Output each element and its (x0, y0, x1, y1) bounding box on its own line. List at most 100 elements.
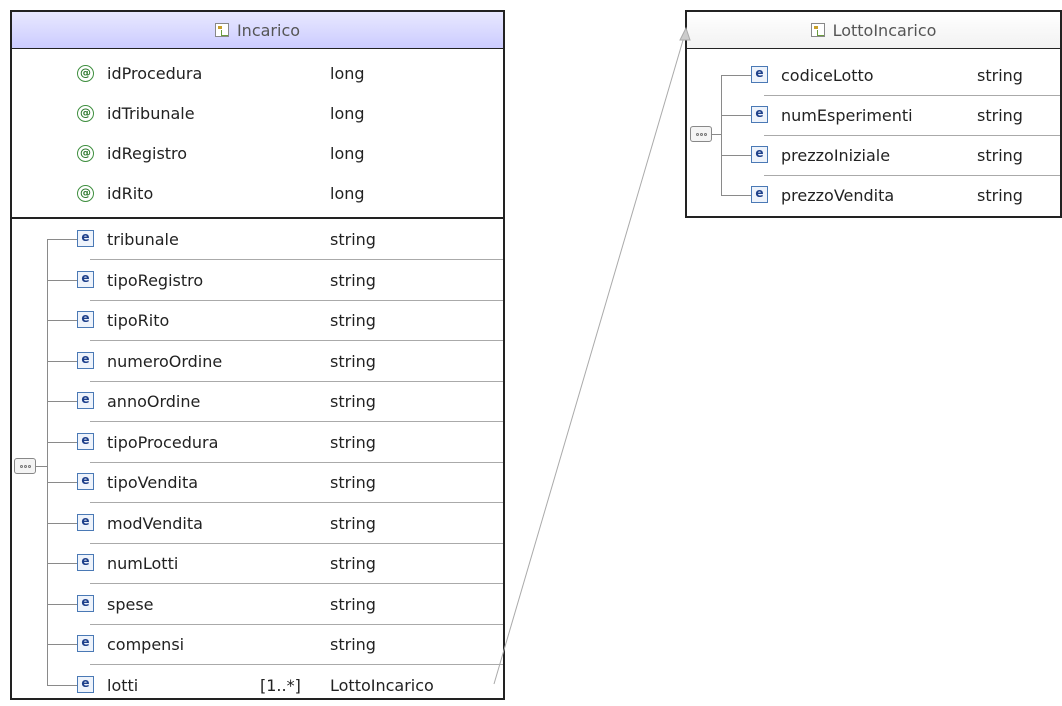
element-name: codiceLotto (781, 66, 874, 85)
element-row[interactable]: e numeroOrdine string (12, 342, 503, 382)
lotto-incarico-type-box[interactable]: LottoIncarico e codiceLotto string e numEspe… (685, 10, 1062, 218)
element-type: LottoIncarico (330, 675, 434, 695)
element-name: tribunale (107, 230, 179, 249)
element-row[interactable]: e tipoRito string (12, 301, 503, 341)
element-row[interactable]: e prezzoVendita string (687, 176, 1060, 216)
tree-branch (721, 195, 751, 196)
element-row[interactable]: e numEsperimenti string (687, 96, 1060, 136)
element-type: string (977, 146, 1023, 165)
attribute-type: long (330, 184, 365, 203)
tree-branch (47, 482, 77, 483)
attribute-row[interactable]: @ idProcedura long (12, 54, 503, 94)
attribute-type: long (330, 104, 365, 123)
attribute-row[interactable]: @ idRito long (12, 174, 503, 214)
element-row[interactable]: e compensi string (12, 625, 503, 665)
attribute-name: idTribunale (107, 104, 195, 123)
element-icon: e (751, 66, 768, 83)
tree-branch (47, 644, 77, 645)
attribute-name: idProcedura (107, 64, 203, 83)
tree-branch (47, 684, 77, 686)
tree-branch (721, 115, 751, 116)
attribute-type: long (330, 64, 365, 83)
element-name: tipoVendita (107, 473, 199, 492)
element-type: string (977, 186, 1023, 205)
element-icon: e (77, 594, 94, 612)
element-name: spese (107, 594, 154, 614)
tree-branch (47, 441, 77, 443)
complex-type-icon (810, 23, 825, 37)
element-icon: e (751, 146, 768, 163)
incarico-type-box[interactable]: Incarico @ idProcedura long @ idTribunale lon… (10, 10, 505, 700)
element-row[interactable]: e codiceLotto string (687, 56, 1060, 96)
tree-branch (36, 466, 47, 467)
attribute-icon: @ (77, 105, 94, 122)
element-type: string (977, 66, 1023, 85)
element-type: string (977, 106, 1023, 125)
element-name: lotti (107, 675, 139, 695)
sequence-icon[interactable] (14, 458, 36, 474)
element-type: string (330, 311, 376, 330)
attribute-icon: @ (77, 65, 94, 82)
element-icon: e (77, 432, 94, 450)
element-name: numLotti (107, 554, 179, 573)
tree-branch (47, 320, 77, 321)
element-name: numeroOrdine (107, 351, 223, 371)
tree-branch (721, 155, 751, 156)
element-icon: e (77, 230, 94, 247)
element-icon: e (77, 635, 94, 652)
element-type: string (330, 351, 376, 371)
attribute-icon: @ (77, 185, 94, 202)
attribute-row[interactable]: @ idRegistro long (12, 134, 503, 174)
element-name: tipoRegistro (107, 270, 204, 290)
element-row[interactable]: e tipoVendita string (12, 463, 503, 503)
tree-branch (47, 279, 77, 281)
element-row[interactable]: e numLotti string (12, 544, 503, 584)
element-name: tipoProcedura (107, 432, 219, 452)
sequence-icon[interactable] (690, 126, 712, 142)
tree-trunk (721, 75, 722, 195)
element-type: string (330, 230, 376, 249)
attribute-name: idRegistro (107, 144, 188, 163)
element-row[interactable]: e modVendita string (12, 504, 503, 544)
incarico-title: Incarico (236, 20, 301, 40)
element-icon: e (751, 186, 768, 203)
element-icon: e (77, 270, 94, 288)
element-cardinality: [1..*] (260, 675, 301, 695)
element-name: compensi (107, 635, 185, 654)
element-icon: e (77, 311, 94, 328)
element-icon: e (77, 473, 94, 490)
element-row[interactable]: e tipoRegistro string (12, 261, 503, 301)
element-type: string (330, 635, 376, 654)
element-icon: e (77, 351, 94, 369)
element-icon: e (751, 106, 768, 123)
element-name: tipoRito (107, 311, 170, 330)
tree-branch (47, 360, 77, 362)
element-type: string (330, 473, 376, 492)
lotto-incarico-title: LottoIncarico (832, 20, 937, 40)
element-icon: e (77, 392, 94, 409)
element-type: string (330, 513, 376, 533)
element-name: modVendita (107, 513, 203, 533)
element-icon: e (77, 675, 94, 693)
incarico-header[interactable]: Incarico (12, 12, 503, 49)
element-icon: e (77, 554, 94, 571)
element-name: prezzoIniziale (781, 146, 891, 165)
element-type: string (330, 594, 376, 614)
element-row[interactable]: e spese string (12, 585, 503, 625)
attribute-icon: @ (77, 145, 94, 162)
element-row[interactable]: e tipoProcedura string (12, 423, 503, 463)
element-icon: e (77, 513, 94, 531)
element-name: prezzoVendita (781, 186, 895, 205)
attribute-row[interactable]: @ idTribunale long (12, 94, 503, 134)
section-divider (12, 217, 503, 219)
element-row[interactable]: e prezzoIniziale string (687, 136, 1060, 176)
element-type: string (330, 392, 376, 411)
lotto-incarico-header[interactable]: LottoIncarico (687, 12, 1060, 49)
element-name: annoOrdine (107, 392, 201, 411)
tree-branch (47, 522, 77, 524)
tree-branch (721, 75, 751, 76)
element-row[interactable]: e tribunale string (12, 220, 503, 260)
attribute-name: idRito (107, 184, 154, 203)
element-type: string (330, 554, 376, 573)
element-row[interactable]: e annoOrdine string (12, 382, 503, 422)
